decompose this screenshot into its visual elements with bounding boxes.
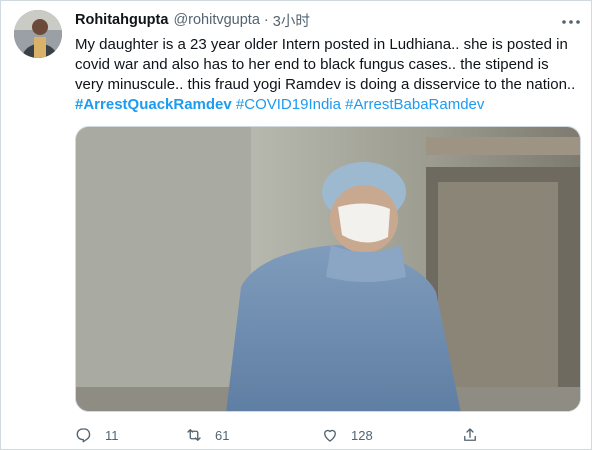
tweet-timestamp[interactable]: 3小时 [273,10,310,31]
avatar[interactable] [14,10,62,58]
hashtag-covid19-india[interactable]: #COVID19India [236,96,341,113]
tweet-card[interactable]: Rohitahgupta @rohitvgupta · 3小时 My daugh… [0,0,592,450]
tweet-header: Rohitahgupta @rohitvgupta · 3小时 [75,9,581,31]
tweet-text: My daughter is a 23 year older Intern po… [75,36,576,93]
reply-button[interactable]: 11 [75,426,185,444]
like-icon [324,429,336,442]
tweet-actions: 11 61 128 [75,424,515,446]
hashtag-arrest-baba-ramdev[interactable]: #ArrestBabaRamdev [345,96,484,113]
separator-dot: · [263,12,269,28]
hashtag-list: #ArrestQuackRamdev #COVID19India #Arrest… [75,95,581,115]
reply-count: 11 [105,427,119,443]
reply-icon [76,428,91,443]
share-button[interactable] [461,426,479,444]
retweet-count: 61 [215,427,230,443]
retweet-icon [187,429,201,441]
display-name[interactable]: Rohitahgupta [75,12,168,28]
like-button[interactable]: 128 [321,426,461,444]
user-handle[interactable]: @rohitvgupta [173,12,259,28]
more-horizontal-icon[interactable] [559,15,583,29]
share-icon [464,428,476,441]
tweet-photo[interactable] [75,126,581,412]
hashtag-arrest-quack-ramdev[interactable]: #ArrestQuackRamdev [75,96,232,113]
retweet-button[interactable]: 61 [185,426,321,444]
like-count: 128 [351,427,373,443]
